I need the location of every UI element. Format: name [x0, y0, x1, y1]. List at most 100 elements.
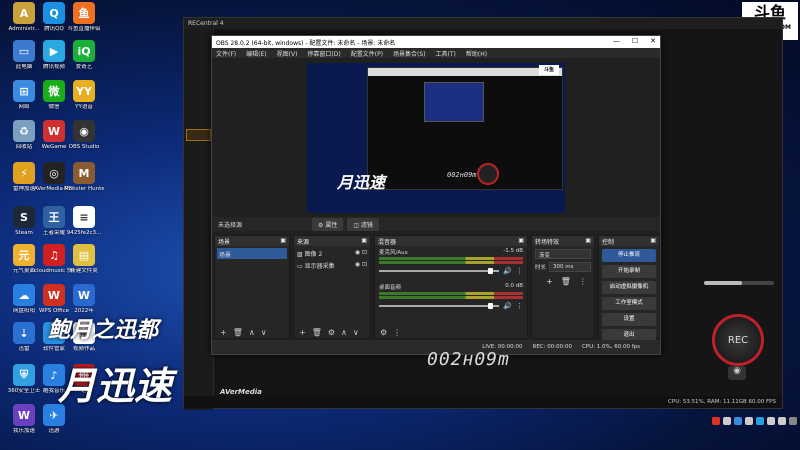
tray-icon[interactable] — [767, 417, 775, 425]
properties-button[interactable]: ⚙ 属性 — [312, 217, 344, 231]
volume-slider[interactable] — [704, 281, 774, 285]
scenes-dock: 场景 ▣ 场景 + 🗑 ∧ ∨ — [214, 235, 290, 339]
trash-icon[interactable]: 🗑 — [561, 277, 571, 286]
desktop-icon[interactable]: iQ 爱奇艺 — [64, 40, 104, 80]
add-icon[interactable]: + — [299, 328, 306, 337]
volume-slider[interactable] — [379, 303, 500, 309]
monitor-icon: ▭ — [297, 263, 303, 270]
transitions-dock: 转场特效 ▣ 渐变 时长 300 ms + 🗑 ⋮ — [531, 235, 595, 339]
speaker-icon[interactable]: 🔊 — [503, 302, 512, 310]
menu-item[interactable]: 场景集合(S) — [393, 49, 426, 58]
menu-item[interactable]: 工具(T) — [436, 49, 456, 58]
no-source-label: 未选择源 — [218, 221, 243, 229]
snapshot-camera-icon[interactable]: ◉ — [728, 366, 746, 380]
avermedia-logo: AVerMedia — [220, 388, 262, 396]
eye-lock-icon[interactable]: ◉ ⊡ — [355, 249, 367, 258]
studio-mode-button[interactable]: 工作室模式 — [602, 297, 656, 310]
minimize-icon[interactable]: — — [613, 37, 620, 45]
obs-preview[interactable]: 斗鱼 002н09m 月迅速 — [307, 63, 565, 213]
wechat-icon: 微 — [43, 80, 65, 102]
add-icon[interactable]: + — [220, 328, 227, 337]
more-icon[interactable]: ⋮ — [579, 277, 587, 286]
recentral-sidebar-item[interactable] — [186, 129, 211, 141]
stream-overlay-title: 月迅速 — [58, 364, 173, 408]
close-icon[interactable]: ✕ — [650, 37, 656, 45]
more-icon[interactable]: ⋮ — [516, 302, 523, 310]
transition-select[interactable]: 渐变 — [535, 249, 591, 259]
dock-menu-icon[interactable]: ▣ — [361, 237, 367, 245]
more-icon[interactable]: ⋮ — [393, 328, 401, 337]
obs-menubar: 文件(F) 编辑(E) 视图(V) 停靠窗口(D) 配置文件(P) 场景集合(S) 工具(T… — [212, 48, 660, 58]
sogou-icon[interactable] — [712, 417, 720, 425]
desktop-icon[interactable]: ▤ 新建文件夹 — [64, 244, 104, 284]
dock-menu-icon[interactable]: ▣ — [650, 237, 656, 245]
mixer-title: 混音器 — [378, 239, 397, 246]
filters-button[interactable]: ◫ 滤镜 — [347, 217, 379, 231]
source-item[interactable]: ▨ 图像 2 ◉ ⊡ — [297, 249, 367, 258]
menu-item[interactable]: 文件(F) — [216, 49, 236, 58]
volume-slider[interactable] — [379, 268, 500, 274]
tray-icon[interactable] — [745, 417, 753, 425]
gear-icon: ⚙ — [318, 221, 324, 229]
mixer-channel-db: 0.0 dB — [505, 283, 523, 289]
desktop-icon-label: 斗鱼直播伴侣 — [67, 26, 101, 32]
settings-icon[interactable]: ⚙ — [328, 328, 335, 337]
recentral-sidebar[interactable] — [184, 29, 214, 410]
scene-item[interactable]: 场景 — [217, 248, 287, 259]
desktop-icon-label: 视频作品 — [72, 346, 95, 352]
mixer-channel: 桌面音频 0.0 dB 🔊 ⋮ — [375, 281, 527, 312]
obs-icon: ◉ — [73, 120, 95, 142]
speaker-icon[interactable]: 🔊 — [503, 267, 512, 275]
desktop-icon[interactable]: ✈ 迅游 — [34, 404, 74, 444]
duration-input[interactable]: 300 ms — [549, 262, 591, 272]
recentral-status-text: CPU: 53.51%, RAM: 11.11GB 60.00 FPS — [668, 399, 776, 405]
source-item[interactable]: ▭ 显示器采集 ◉ ⊡ — [297, 261, 367, 270]
tray-icon[interactable] — [723, 417, 731, 425]
up-icon[interactable]: ∧ — [249, 328, 255, 337]
menu-item[interactable]: 编辑(E) — [246, 49, 266, 58]
down-icon[interactable]: ∨ — [353, 328, 359, 337]
tray-icon[interactable] — [778, 417, 786, 425]
tray-icon[interactable] — [734, 417, 742, 425]
stop-streaming-button[interactable]: 停止推流 — [602, 249, 656, 262]
menu-item[interactable]: 配置文件(P) — [351, 49, 383, 58]
qq-icon: Q — [43, 2, 65, 24]
desktop-icon[interactable]: ◉ OBS Studio — [64, 120, 104, 160]
rec-button[interactable]: REC — [712, 314, 764, 366]
trash-icon[interactable]: 🗑 — [312, 328, 322, 337]
trash-icon[interactable]: 🗑 — [233, 328, 243, 337]
yy-icon: YY — [73, 80, 95, 102]
down-icon[interactable]: ∨ — [261, 328, 267, 337]
menu-item[interactable]: 视图(V) — [277, 49, 298, 58]
wps-icon: W — [43, 284, 65, 306]
menu-item[interactable]: 停靠窗口(D) — [307, 49, 340, 58]
dock-menu-icon[interactable]: ▣ — [518, 237, 524, 245]
gear-icon[interactable]: ⚙ — [380, 328, 387, 337]
desktop-icon-label: 新建文件夹 — [70, 268, 98, 274]
desktop-icon[interactable]: M Monster Hunter... — [64, 162, 104, 202]
more-icon[interactable]: ⋮ — [516, 267, 523, 275]
dock-menu-icon[interactable]: ▣ — [280, 237, 286, 245]
desktop-icon[interactable]: YY YY语音 — [64, 80, 104, 120]
stream-overlay-text: 鲍月之迅都 — [48, 318, 159, 343]
dock-menu-icon[interactable]: ▣ — [585, 237, 591, 245]
add-icon[interactable]: + — [546, 277, 553, 286]
douyu-icon: 鱼 — [73, 2, 95, 24]
start-recording-button[interactable]: 开始录制 — [602, 265, 656, 278]
obs-window[interactable]: OBS 28.0.2 (64-bit, windows) - 配置文件: 未命名… — [211, 35, 661, 355]
maximize-icon[interactable]: ☐ — [632, 37, 638, 45]
desktop-icon[interactable]: ≡ 9425fe2c3... — [64, 206, 104, 246]
settings-button[interactable]: 设置 — [602, 313, 656, 326]
eye-lock-icon[interactable]: ◉ ⊡ — [355, 261, 367, 270]
preview-rec-circle — [477, 163, 499, 185]
menu-item[interactable]: 帮助(H) — [466, 49, 487, 58]
recycle-bin-icon: ♻ — [13, 120, 35, 142]
up-icon[interactable]: ∧ — [341, 328, 347, 337]
desktop-icon-label: 爱奇艺 — [75, 64, 93, 70]
tray-icon[interactable] — [756, 417, 764, 425]
desktop-icon[interactable]: 鱼斗鱼直播伴侣 — [64, 2, 104, 42]
desktop-icon-label: 迅游 — [48, 428, 60, 434]
desktop-icon-label: Monster Hunter... — [64, 186, 104, 192]
virtual-camera-button[interactable]: 启动虚拟摄像机 — [602, 281, 656, 294]
tray-icon[interactable] — [789, 417, 797, 425]
